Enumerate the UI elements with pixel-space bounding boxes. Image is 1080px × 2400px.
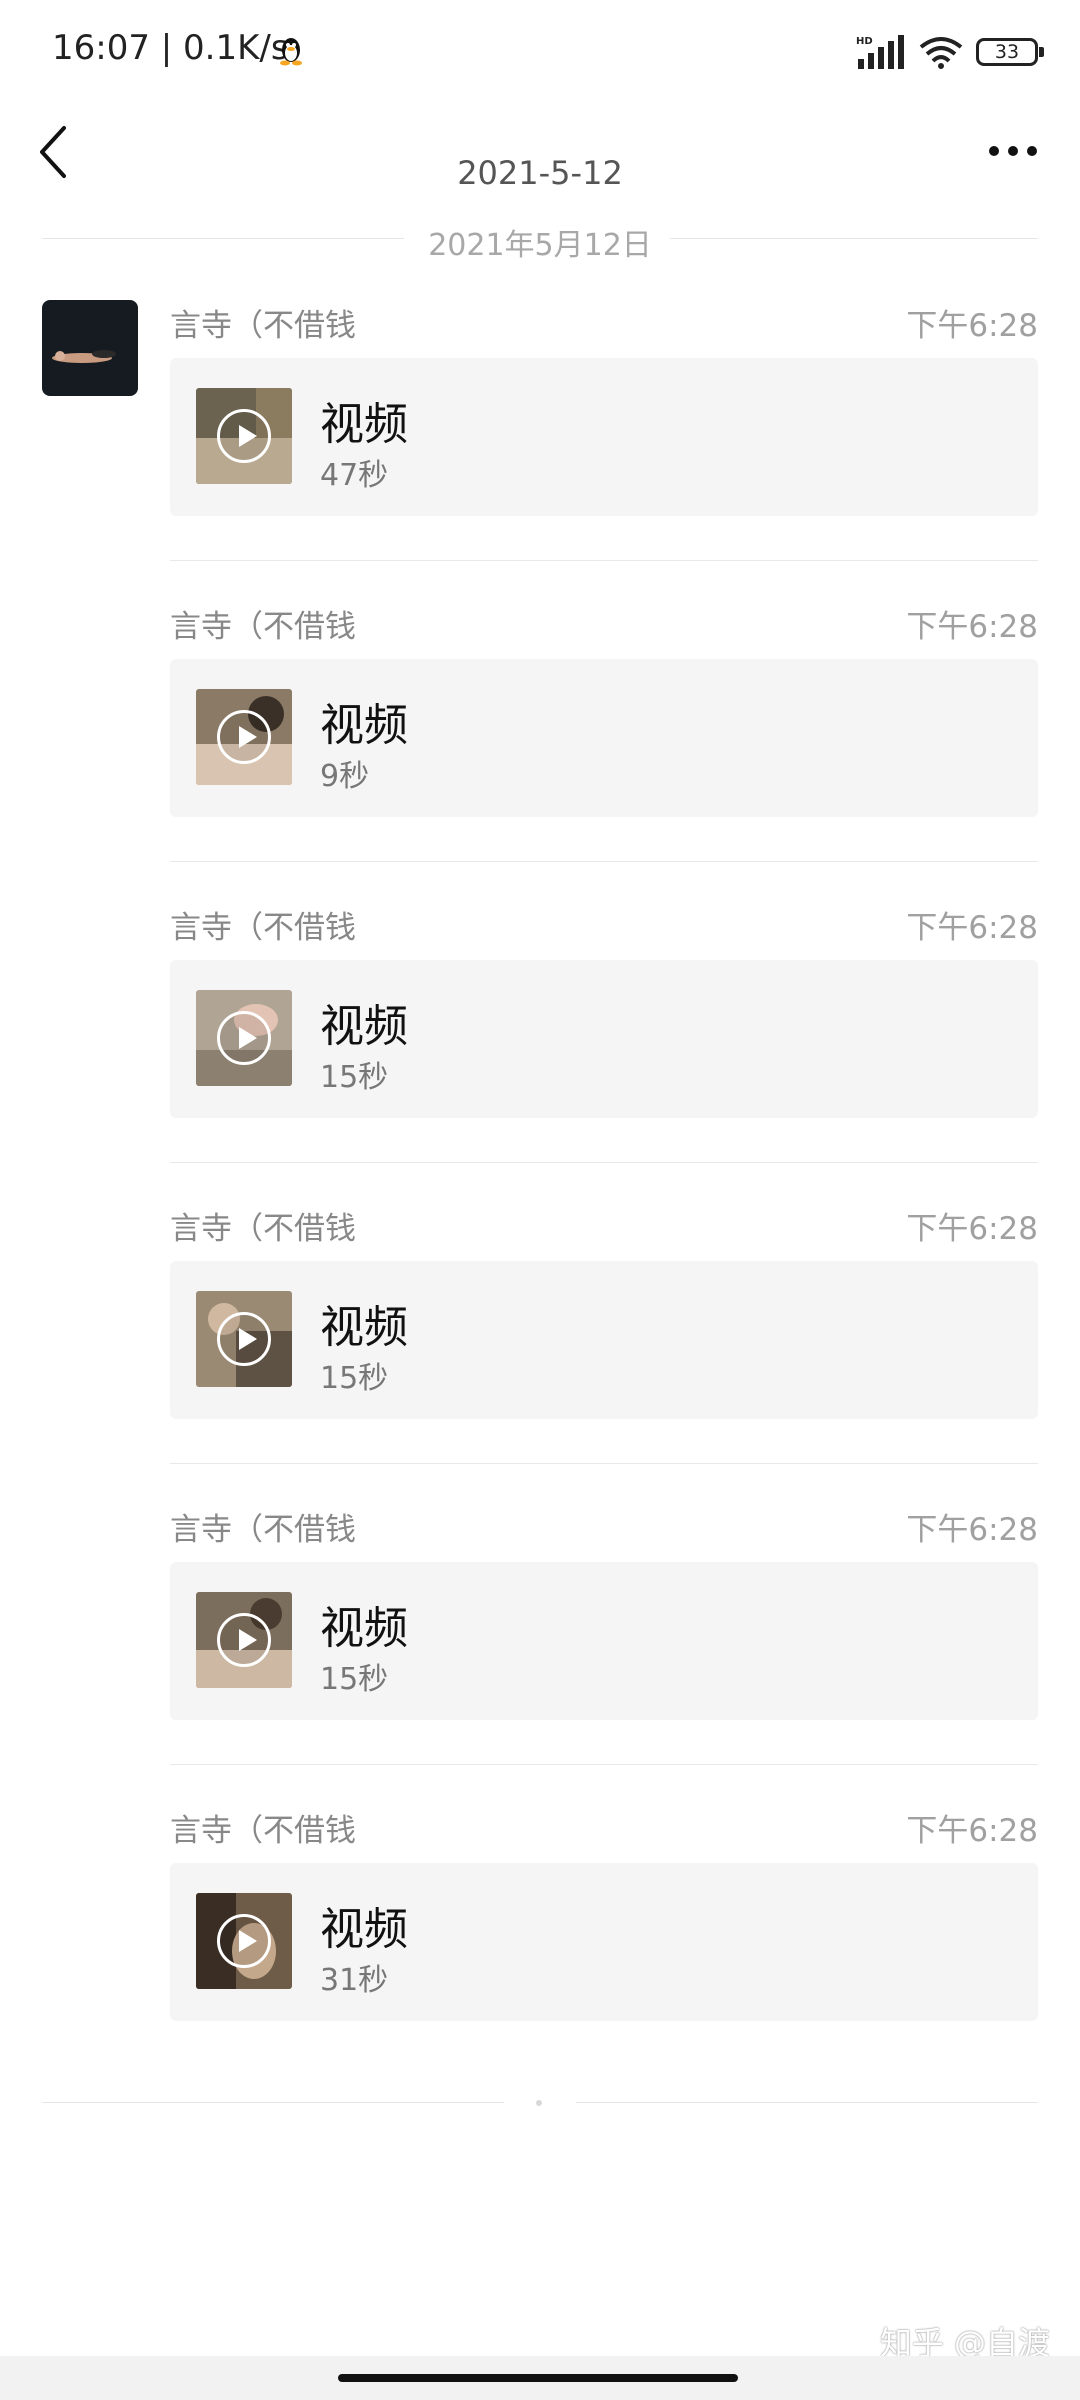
more-options-icon[interactable] — [978, 126, 1048, 176]
video-thumbnail — [196, 1592, 292, 1688]
video-message[interactable]: 视频 15秒 — [170, 1261, 1038, 1419]
message-item: 言寺（不借钱 下午6:28 视频 15秒 — [170, 1504, 1038, 1765]
message-time: 下午6:28 — [906, 308, 1038, 344]
separator-line — [42, 2102, 504, 2103]
video-duration: 47秒 — [320, 458, 389, 493]
video-label: 视频 — [320, 700, 408, 751]
video-thumbnail — [196, 388, 292, 484]
message-time: 下午6:28 — [906, 1211, 1038, 1247]
message-item: 言寺（不借钱 下午6:28 视频 47秒 — [170, 300, 1038, 561]
divider — [170, 1162, 1038, 1163]
message-item: 言寺（不借钱 下午6:28 视频 31秒 — [170, 1805, 1038, 2045]
video-thumbnail — [196, 1291, 292, 1387]
sender-name: 言寺（不借钱 — [170, 609, 356, 645]
play-icon — [217, 409, 271, 463]
gesture-navigation-bar — [0, 2356, 1080, 2400]
sender-name: 言寺（不借钱 — [170, 1512, 356, 1548]
divider — [170, 1764, 1038, 1765]
avatar[interactable] — [42, 300, 138, 396]
divider — [170, 1463, 1038, 1464]
date-separator-label: 2021年5月12日 — [428, 228, 652, 263]
date-separator: 2021年5月12日 — [42, 220, 1038, 263]
message-time: 下午6:28 — [906, 1512, 1038, 1548]
sender-name: 言寺（不借钱 — [170, 308, 356, 344]
message-time: 下午6:28 — [906, 609, 1038, 645]
play-icon — [217, 1613, 271, 1667]
wifi-icon — [919, 37, 963, 69]
divider — [170, 560, 1038, 561]
signal-icon: HD — [856, 35, 904, 69]
video-label: 视频 — [320, 1603, 408, 1654]
video-duration: 15秒 — [320, 1060, 389, 1095]
video-duration: 15秒 — [320, 1662, 389, 1697]
battery-icon: 33 — [976, 38, 1044, 66]
video-label: 视频 — [320, 1001, 408, 1052]
status-time: 16:07 | 0.1K/s — [52, 28, 289, 68]
message-time: 下午6:28 — [906, 1813, 1038, 1849]
video-duration: 9秒 — [320, 759, 370, 794]
qq-penguin-icon — [280, 38, 302, 66]
sender-name: 言寺（不借钱 — [170, 910, 356, 946]
separator-dot — [536, 2100, 542, 2106]
video-label: 视频 — [320, 1904, 408, 1955]
sender-name: 言寺（不借钱 — [170, 1211, 356, 1247]
status-icons: HD 33 — [856, 30, 1044, 74]
video-thumbnail — [196, 1893, 292, 1989]
status-bar: 16:07 | 0.1K/s HD 33 — [0, 0, 1080, 104]
play-icon — [217, 1312, 271, 1366]
separator-line — [576, 2102, 1038, 2103]
video-message[interactable]: 视频 31秒 — [170, 1863, 1038, 2021]
end-of-list-separator — [42, 2100, 1038, 2106]
video-message[interactable]: 视频 47秒 — [170, 358, 1038, 516]
video-label: 视频 — [320, 1302, 408, 1353]
video-message[interactable]: 视频 15秒 — [170, 1562, 1038, 1720]
svg-text:HD: HD — [856, 36, 873, 47]
video-label: 视频 — [320, 399, 408, 450]
video-thumbnail — [196, 990, 292, 1086]
video-thumbnail — [196, 689, 292, 785]
home-indicator[interactable] — [338, 2374, 738, 2382]
video-message[interactable]: 视频 9秒 — [170, 659, 1038, 817]
message-item: 言寺（不借钱 下午6:28 视频 9秒 — [170, 601, 1038, 862]
video-duration: 15秒 — [320, 1361, 389, 1396]
play-icon — [217, 1914, 271, 1968]
page-title: 2021-5-12 — [457, 154, 623, 192]
play-icon — [217, 1011, 271, 1065]
divider — [170, 861, 1038, 862]
message-item: 言寺（不借钱 下午6:28 视频 15秒 — [170, 902, 1038, 1163]
video-duration: 31秒 — [320, 1963, 389, 1998]
sender-name: 言寺（不借钱 — [170, 1813, 356, 1849]
message-item: 言寺（不借钱 下午6:28 视频 15秒 — [170, 1203, 1038, 1464]
header: 2021-5-12 — [0, 104, 1080, 214]
message-time: 下午6:28 — [906, 910, 1038, 946]
play-icon — [217, 710, 271, 764]
video-message[interactable]: 视频 15秒 — [170, 960, 1038, 1118]
